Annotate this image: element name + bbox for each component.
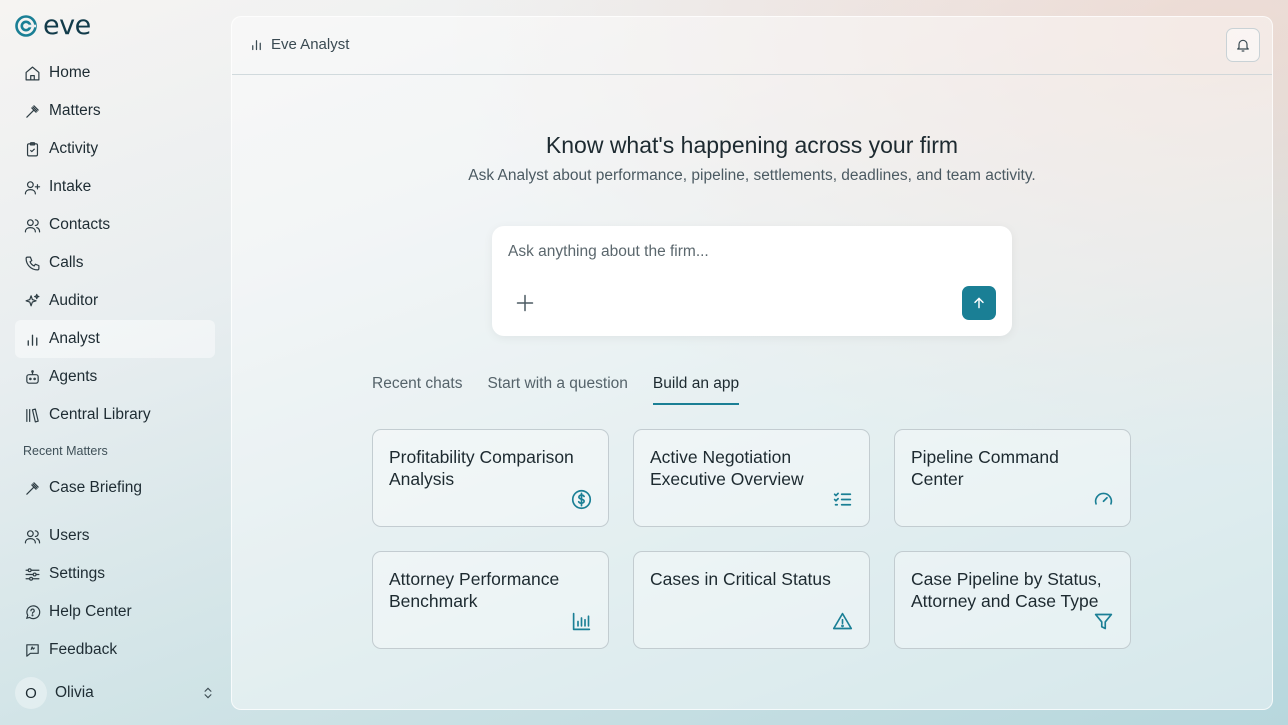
card-title: Case Pipeline by Status, Attorney and Ca… [911,569,1102,611]
library-icon [26,408,39,422]
bar-chart-icon [27,334,38,346]
recent-matters-heading: Recent Matters [23,444,108,458]
sidebar-item-settings[interactable]: Settings [15,555,215,593]
clipboard-check-icon [26,141,39,156]
sidebar-item-analyst[interactable]: Analyst [15,320,215,358]
app-card-profitability[interactable]: Profitability Comparison Analysis [372,429,609,527]
help-circle-icon [25,604,41,619]
sidebar-item-label: Case Briefing [49,479,143,496]
home-icon [25,66,40,80]
sidebar-item-label: Calls [49,254,84,271]
card-title: Attorney Performance Benchmark [389,569,560,611]
avatar: O [15,677,47,709]
app-card-critical-status[interactable]: Cases in Critical Status [633,551,870,649]
bot-icon [26,369,39,384]
sidebar-item-activity[interactable]: Activity [15,130,215,168]
arrow-up-icon [974,297,984,309]
sidebar-item-label: Matters [49,102,101,119]
logo-text: eve [43,10,91,41]
app-card-pipeline-command[interactable]: Pipeline Command Center [894,429,1131,527]
alert-triangle-icon [832,612,853,630]
main-panel: Eve Analyst Know what's happening across… [231,16,1273,710]
filter-icon [1094,613,1113,630]
sidebar-item-calls[interactable]: Calls [15,244,215,282]
sidebar-item-home[interactable]: Home [15,54,215,92]
page-title: Eve Analyst [249,36,349,53]
users-icon [24,218,41,232]
card-title: Pipeline Command Center [911,447,1059,489]
sidebar-item-users[interactable]: Users [15,517,215,555]
user-menu[interactable]: O Olivia [15,677,215,709]
user-plus-icon [24,180,41,194]
sparkles-icon [25,293,40,306]
sliders-icon [25,567,40,581]
sidebar-item-label: Central Library [49,406,151,423]
eve-logo-icon [15,15,37,37]
bar-chart-icon [572,612,591,631]
app-card-active-negotiation[interactable]: Active Negotiation Executive Overview [633,429,870,527]
gavel-icon [26,481,39,495]
prompt-input[interactable] [508,240,988,264]
sidebar-item-label: Settings [49,565,106,582]
send-button[interactable] [962,286,996,320]
user-name: Olivia [55,684,94,701]
sidebar-item-label: Feedback [49,641,118,658]
plus-icon [516,294,534,312]
notifications-button[interactable] [1226,28,1260,62]
tab-start-with-a-question[interactable]: Start with a question [487,375,627,405]
card-title: Active Negotiation Executive Overview [650,447,804,489]
dollar-circle-icon [571,489,592,510]
sidebar-item-agents[interactable]: Agents [15,358,215,396]
gavel-icon [26,104,39,118]
tab-recent-chats[interactable]: Recent chats [372,375,462,405]
sidebar-item-central-library[interactable]: Central Library [15,396,215,434]
checklist-icon [833,492,852,506]
hero-title: Know what's happening across your firm [545,132,959,158]
bar-chart-icon [252,40,261,51]
page-title-text: Eve Analyst [271,36,350,53]
sidebar-item-contacts[interactable]: Contacts [15,206,215,244]
tab-build-an-app[interactable]: Build an app [652,375,740,405]
sidebar-item-label: Contacts [49,216,111,233]
sidebar-item-label: Help Center [49,603,132,620]
feedback-icon [26,643,39,657]
sidebar-item-label: Home [49,64,91,81]
sidebar-item-feedback[interactable]: Feedback [15,631,215,669]
sidebar-item-label: Auditor [49,292,99,309]
sidebar-item-case-briefing[interactable]: Case Briefing [15,469,215,507]
card-title: Profitability Comparison Analysis [389,447,574,489]
bell-icon [1237,39,1249,52]
phone-icon [25,256,40,270]
sidebar-item-intake[interactable]: Intake [15,168,215,206]
prompt-box [492,226,1012,336]
hero-subtitle: Ask Analyst about performance, pipeline,… [468,167,1036,184]
sidebar-item-matters[interactable]: Matters [15,92,215,130]
sidebar: eve Home Matters Activity Intake Contact… [0,0,230,725]
attach-button[interactable] [514,292,536,314]
chevron-updown-icon[interactable] [201,686,215,700]
gauge-icon [1094,492,1113,505]
app-card-attorney-performance[interactable]: Attorney Performance Benchmark [372,551,609,649]
sidebar-item-label: Intake [49,178,92,195]
card-title: Cases in Critical Status [650,569,831,589]
sidebar-item-label: Agents [49,368,98,385]
main-header: Eve Analyst [232,17,1272,75]
sidebar-item-label: Analyst [49,330,100,347]
logo[interactable]: eve [15,10,91,41]
sidebar-item-help-center[interactable]: Help Center [15,593,215,631]
sidebar-item-label: Users [49,527,90,544]
sidebar-item-label: Activity [49,140,99,157]
tab-bar: Recent chats Start with a question Build… [372,375,740,405]
users-icon [24,529,41,543]
app-card-case-pipeline[interactable]: Case Pipeline by Status, Attorney and Ca… [894,551,1131,649]
sidebar-item-auditor[interactable]: Auditor [15,282,215,320]
